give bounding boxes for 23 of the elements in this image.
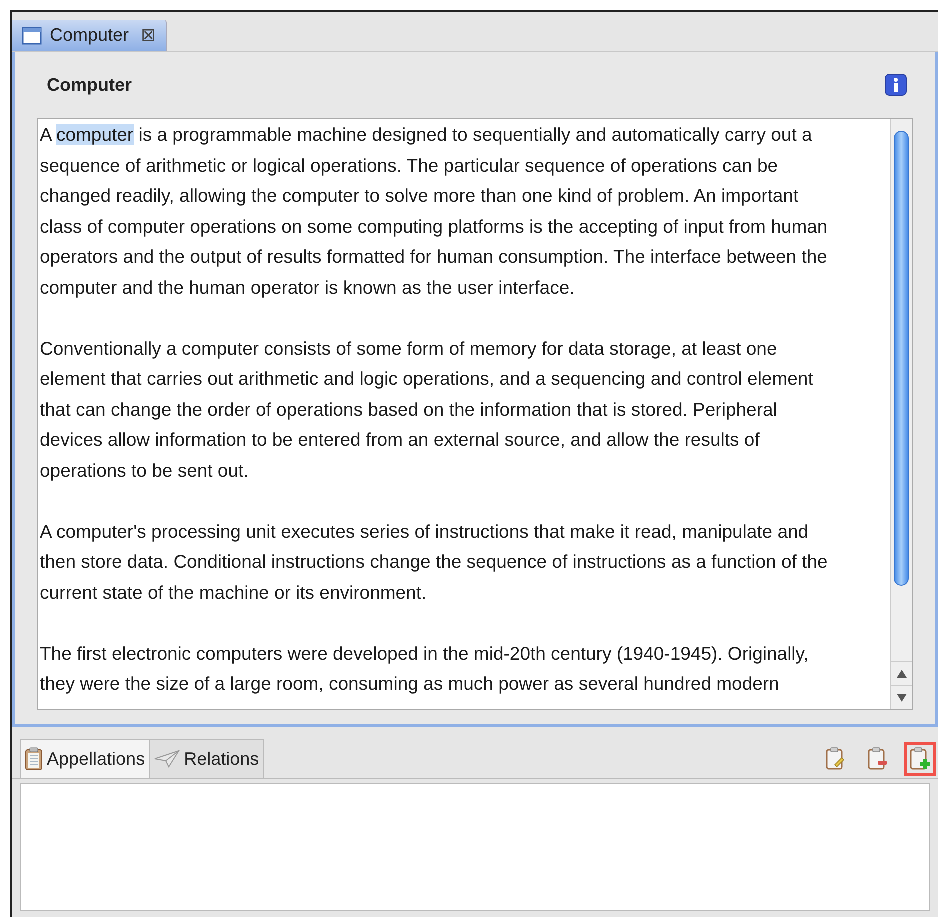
- paragraph: A computer's processing unit executes series of instructions that make it read, manipulate and then store data. Conditional instructions change the sequence of instructions as a function of the current state of the machine or its environment.: [40, 520, 829, 604]
- scroll-up-icon[interactable]: [896, 670, 906, 678]
- scroll-down-icon[interactable]: [896, 694, 906, 702]
- paragraph: A computer is a programmable machine designed to sequentially and automatically carry out a sequence of arithmetic or logical operations. The particular sequence of operations can be changed readily, allowing the computer to solve more than one kind of problem. An important class of computer operations on some computing platforms is the accepting of input from human operators and the output of results formatted for human consumption. The interface between the computer and the human operator is known as the user interface.: [40, 123, 829, 300]
- toolbar-button[interactable]: [904, 742, 936, 776]
- paragraph: The first electronic computers were developed in the mid-20th century (1940-1945). Originally, they were the size of a large room, consuming as much power as several hundred modern: [40, 642, 810, 696]
- tab-label: Relations: [184, 748, 260, 770]
- panel-tab[interactable]: Relations: [150, 739, 264, 778]
- paper-plane-icon: [154, 750, 180, 768]
- window-icon: [22, 26, 42, 44]
- scrollbar[interactable]: [890, 119, 912, 709]
- panel-tab[interactable]: Appellations: [20, 739, 150, 778]
- clipboard-icon: [25, 747, 43, 771]
- tab-title: Computer: [50, 24, 130, 47]
- editor-tab[interactable]: Computer ⊠: [12, 20, 168, 51]
- add-clipboard-icon: [909, 747, 931, 771]
- edit-clipboard-icon: [825, 747, 847, 771]
- remove-clipboard-icon: [867, 747, 889, 771]
- info-icon[interactable]: [885, 74, 907, 96]
- paragraph: Conventionally a computer consists of some form of memory for data storage, at least one element that carries out arithmetic and logic operations, and a sequencing and control element that can change the order of operations based on the information that is stored. Peripheral devices allow information to be entered from an external source, and allow the results of operations to be sent out.: [40, 336, 814, 483]
- heading: Computer: [46, 74, 132, 97]
- close-button[interactable]: ⊠: [141, 22, 156, 49]
- tab-label: Appellations: [47, 748, 146, 771]
